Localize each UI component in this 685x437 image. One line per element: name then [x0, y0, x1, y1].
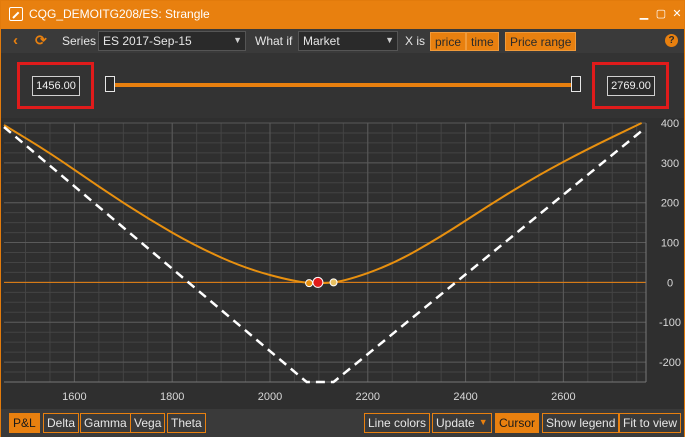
- y-tick-label: 100: [661, 238, 679, 250]
- price-range-button[interactable]: Price range: [505, 32, 577, 51]
- cursor-marker: [329, 278, 338, 287]
- tab-vega[interactable]: Vega: [130, 413, 166, 433]
- edit-icon: [9, 7, 23, 21]
- max-slider-handle[interactable]: [571, 76, 581, 92]
- update-button[interactable]: Update ▼: [432, 413, 492, 433]
- window-title: CQG_DEMOITG208/ES: Strangle: [29, 7, 210, 21]
- y-tick-label: 400: [661, 118, 679, 130]
- range-slider-track[interactable]: [110, 83, 576, 87]
- x-tick-label: 1600: [62, 391, 86, 403]
- x-tick-label: 2000: [258, 391, 282, 403]
- whatif-label: What if: [255, 34, 293, 48]
- min-slider-handle[interactable]: [105, 76, 115, 92]
- x-tick-label: 2600: [551, 391, 575, 403]
- close-icon[interactable]: ✕: [669, 6, 685, 22]
- y-tick-label: 300: [661, 158, 679, 170]
- cursor-marker: [312, 276, 324, 288]
- series-value: ES 2017-Sep-15: [103, 34, 192, 48]
- tab-theta[interactable]: Theta: [167, 413, 206, 433]
- cursor-marker: [305, 279, 314, 288]
- min-range-field[interactable]: 1456.00: [32, 76, 80, 96]
- time-toggle[interactable]: time: [466, 32, 499, 51]
- strangle-window: CQG_DEMOITG208/ES: Strangle ▁ ▢ ✕ ‹ ⟳ Se…: [0, 0, 685, 437]
- whatif-select[interactable]: Market ▼: [298, 31, 398, 51]
- title-bar: CQG_DEMOITG208/ES: Strangle ▁ ▢ ✕: [1, 1, 684, 29]
- help-icon[interactable]: ?: [665, 34, 678, 47]
- tab-delta[interactable]: Delta: [43, 413, 80, 433]
- cursor-button[interactable]: Cursor: [495, 413, 540, 433]
- x-tick-label: 2200: [356, 391, 380, 403]
- fit-to-view-button[interactable]: Fit to view: [619, 413, 682, 433]
- toolbar: ‹ ⟳ Series ES 2017-Sep-15 ▼ What if Mark…: [1, 29, 684, 53]
- back-icon[interactable]: ‹: [13, 32, 18, 49]
- tab-pnl[interactable]: P&L: [9, 413, 40, 433]
- x-tick-label: 2400: [453, 391, 477, 403]
- xis-label: X is: [405, 34, 426, 48]
- bottom-bar: P&L Delta Gamma Vega Theta Line colors U…: [1, 409, 684, 437]
- chevron-down-icon: ▼: [478, 417, 488, 427]
- whatif-value: Market: [303, 34, 340, 48]
- price-range-panel: 1456.00 2769.00: [1, 53, 684, 118]
- series-select[interactable]: ES 2017-Sep-15 ▼: [98, 31, 246, 51]
- minimize-icon[interactable]: ▁: [636, 6, 652, 22]
- x-tick-label: 1800: [160, 391, 184, 403]
- min-range-highlight: 1456.00: [17, 62, 94, 109]
- chevron-down-icon: ▼: [385, 35, 394, 45]
- y-tick-label: -200: [659, 357, 681, 369]
- refresh-icon[interactable]: ⟳: [35, 32, 47, 49]
- tab-gamma[interactable]: Gamma: [80, 413, 131, 433]
- max-range-field[interactable]: 2769.00: [607, 76, 655, 96]
- chevron-down-icon: ▼: [233, 35, 242, 45]
- series-label: Series: [62, 34, 97, 48]
- y-tick-label: 200: [661, 198, 679, 210]
- chart-background: [1, 118, 684, 409]
- y-tick-label: -100: [659, 317, 681, 329]
- y-tick-label: 0: [667, 277, 673, 289]
- maximize-icon[interactable]: ▢: [653, 6, 669, 22]
- update-label: Update: [436, 416, 475, 430]
- show-legend-button[interactable]: Show legend: [542, 413, 620, 433]
- price-toggle[interactable]: price: [430, 32, 467, 51]
- max-range-highlight: 2769.00: [592, 62, 669, 109]
- line-colors-button[interactable]: Line colors: [364, 413, 431, 433]
- pnl-chart[interactable]: 1600 1800 2000 2200 2400 2600 400 300 200 100 0 -10…: [1, 118, 684, 409]
